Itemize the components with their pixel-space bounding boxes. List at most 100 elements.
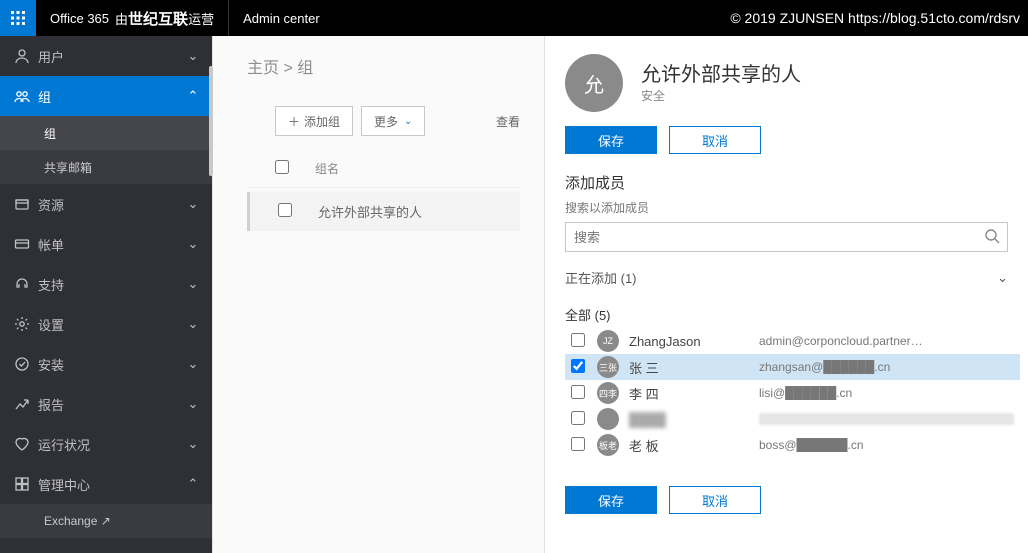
scrollbar-thumb[interactable] [209, 66, 213, 176]
nav-item-label: 用户 [38, 47, 186, 66]
nav-item-reports[interactable]: 报告⌄ [0, 384, 212, 424]
admin-center-label: Admin center [229, 11, 334, 26]
member-name: 张 三 [629, 358, 749, 377]
command-bar: ＋ 添加组 更多 ⌄ 查看 [275, 106, 520, 136]
reports-icon [14, 396, 38, 412]
search-hint: 搜索以添加成员 [565, 199, 1008, 216]
adding-row[interactable]: 正在添加 (1) ⌄ [545, 252, 1028, 297]
more-label: 更多 [374, 113, 398, 130]
nav-item-support[interactable]: 支持⌄ [0, 264, 212, 304]
member-avatar: 板老 [597, 434, 619, 456]
topbar: Office 365 由世纪互联运营 Admin center © 2019 Z… [0, 0, 1028, 36]
member-avatar: JZ [597, 330, 619, 352]
member-search [565, 222, 1008, 252]
flyout-footer-buttons: 保存 取消 [545, 458, 1028, 528]
add-group-button[interactable]: ＋ 添加组 [275, 106, 353, 136]
groups-icon [14, 88, 38, 104]
table-row[interactable]: 允许外部共享的人 [247, 192, 520, 231]
search-icon[interactable] [984, 228, 1000, 249]
all-members-heading: 全部 (5) [545, 297, 1028, 328]
chevron-down-icon: ⌄ [186, 436, 200, 452]
copyright: © 2019 ZJUNSEN https://blog.51cto.com/rd… [730, 0, 1020, 36]
nav-item-admincenters[interactable]: 管理中心⌃ [0, 464, 212, 504]
nav-subitem-shared-mailboxes[interactable]: 共享邮箱 [0, 150, 212, 184]
nav-item-health[interactable]: 运行状况⌄ [0, 424, 212, 464]
add-members-heading: 添加成员 [565, 172, 1008, 193]
select-all-checkbox[interactable] [275, 160, 289, 174]
member-email: boss@██████.cn [759, 438, 1014, 452]
member-checkbox[interactable] [571, 385, 585, 399]
operator-label: 由世纪互联运营 [115, 8, 214, 29]
member-avatar: 三张 [597, 356, 619, 378]
nav-item-users[interactable]: 用户⌄ [0, 36, 212, 76]
save-button[interactable]: 保存 [565, 126, 657, 154]
view-label: 查看 [496, 113, 520, 130]
member-row[interactable]: JZ ZhangJason admin@corponcloud.partner… [565, 328, 1020, 354]
member-checkbox[interactable] [571, 333, 585, 347]
member-row[interactable]: 四李李 四lisi@██████.cn [565, 380, 1020, 406]
cancel-button[interactable]: 取消 [669, 126, 761, 154]
search-input[interactable] [565, 222, 1008, 252]
nav-item-label: 组 [38, 87, 186, 106]
member-row[interactable]: ████ [565, 406, 1020, 432]
member-row[interactable]: 板老老 板 boss@██████.cn [565, 432, 1020, 458]
chevron-up-icon: ⌃ [186, 476, 200, 492]
nav-item-billing[interactable]: 帐单⌄ [0, 224, 212, 264]
member-avatar [597, 408, 619, 430]
nav-item-label: 运行状况 [38, 435, 186, 454]
member-checkbox[interactable] [571, 359, 585, 373]
brand: Office 365 由世纪互联运营 [36, 0, 229, 36]
row-checkbox[interactable] [278, 203, 292, 217]
flyout-header: 允 允许外部共享的人 安全 [545, 36, 1028, 122]
nav-item-resources[interactable]: 资源⌄ [0, 184, 212, 224]
details-flyout: 允 允许外部共享的人 安全 保存 取消 添加成员 搜索以添加成员 正在添加 (1… [544, 36, 1028, 553]
plus-icon: ＋ [288, 113, 300, 130]
nav-item-label: 报告 [38, 395, 186, 414]
member-email [759, 413, 1014, 425]
col-groupname: 组名 [315, 160, 339, 177]
product-name: Office 365 [50, 11, 109, 26]
nav-subitem-groups-groups[interactable]: 组 [0, 116, 212, 150]
nav-item-settings[interactable]: 设置⌄ [0, 304, 212, 344]
app-launcher-button[interactable] [0, 0, 36, 36]
member-name: 李 四 [629, 384, 749, 403]
nav-item-label: 设置 [38, 315, 186, 334]
flyout-title: 允许外部共享的人 [641, 63, 801, 87]
nav-item-groups[interactable]: 组⌃ [0, 76, 212, 116]
chevron-down-icon: ⌄ [404, 116, 412, 127]
admincenters-icon [14, 476, 38, 492]
save-button-bottom[interactable]: 保存 [565, 486, 657, 514]
chevron-down-icon: ⌄ [186, 236, 200, 252]
chevron-down-icon: ⌄ [186, 316, 200, 332]
member-name: 老 板 [629, 436, 749, 455]
breadcrumb: 主页 > 组 [247, 54, 520, 78]
nav-item-label: 资源 [38, 195, 186, 214]
content-area: 主页 > 组 ＋ 添加组 更多 ⌄ 查看 组名 允许外部共享的人 [212, 36, 544, 553]
member-checkbox[interactable] [571, 437, 585, 451]
nav-item-label: 支持 [38, 275, 186, 294]
member-checkbox[interactable] [571, 411, 585, 425]
nav-item-label: 管理中心 [38, 475, 186, 494]
member-email: admin@corponcloud.partner… [759, 334, 1014, 348]
billing-icon [14, 236, 38, 252]
add-members-section: 添加成员 搜索以添加成员 [545, 172, 1028, 252]
member-email: zhangsan@██████.cn [759, 360, 1014, 374]
nav-item-label: 安装 [38, 355, 186, 374]
member-name: ZhangJason [629, 334, 749, 349]
nav-subitem-admin-exchange[interactable]: Exchange ↗ [0, 504, 212, 538]
users-icon [14, 48, 38, 64]
chevron-down-icon: ⌄ [186, 196, 200, 212]
nav-item-setup[interactable]: 安装⌄ [0, 344, 212, 384]
cancel-button-bottom[interactable]: 取消 [669, 486, 761, 514]
group-avatar: 允 [565, 54, 623, 112]
resources-icon [14, 196, 38, 212]
setup-icon [14, 356, 38, 372]
chevron-down-icon: ⌄ [186, 396, 200, 412]
chevron-down-icon[interactable]: ⌄ [997, 270, 1008, 286]
add-group-label: 添加组 [304, 113, 340, 130]
chevron-down-icon: ⌄ [186, 48, 200, 64]
health-icon [14, 436, 38, 452]
members-list: JZ ZhangJason admin@corponcloud.partner… 三张… [545, 328, 1028, 458]
more-button[interactable]: 更多 ⌄ [361, 106, 425, 136]
member-row[interactable]: 三张张 三 zhangsan@██████.cn [565, 354, 1020, 380]
